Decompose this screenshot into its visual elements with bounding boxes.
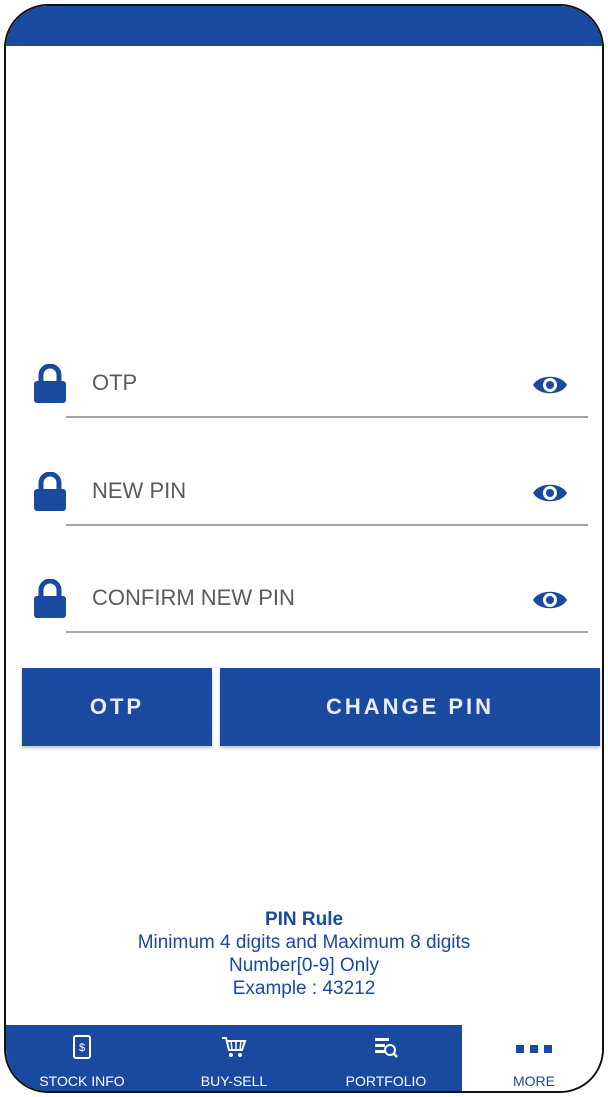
app-frame: OTP NEW PIN CONFIRM NEW PIN OTP CHANGE P… (4, 4, 604, 1093)
otp-button[interactable]: OTP (22, 668, 212, 746)
app-header (6, 6, 602, 46)
confirm-new-pin-field-placeholder: CONFIRM NEW PIN (92, 585, 295, 610)
more-dots-icon (516, 1045, 552, 1053)
tab-buy-sell[interactable]: BUY-SELL (158, 1025, 310, 1091)
otp-field-placeholder: OTP (92, 370, 138, 395)
bottom-tab-bar: $ STOCK INFO BUY-SELL PORTFOLIO MORE (6, 1025, 602, 1091)
tab-label: MORE (513, 1073, 555, 1089)
tab-label: STOCK INFO (39, 1073, 125, 1089)
field-underline (66, 416, 588, 418)
eye-icon[interactable] (532, 587, 568, 613)
tab-label: BUY-SELL (200, 1073, 268, 1089)
otp-field[interactable]: OTP (6, 346, 602, 426)
new-pin-field-placeholder: NEW PIN (92, 478, 187, 503)
confirm-new-pin-field[interactable]: CONFIRM NEW PIN (6, 561, 602, 641)
tab-more[interactable]: MORE (462, 1025, 602, 1091)
lock-icon (34, 364, 66, 403)
list-search-icon (375, 1038, 398, 1058)
eye-icon[interactable] (532, 372, 568, 398)
cart-icon (222, 1037, 247, 1057)
svg-text:$: $ (79, 1042, 85, 1054)
new-pin-field[interactable]: NEW PIN (6, 454, 602, 534)
pin-rule: PIN Rule Minimum 4 digits and Maximum 8 … (6, 908, 602, 1000)
tab-portfolio[interactable]: PORTFOLIO (310, 1025, 462, 1091)
field-underline (66, 631, 588, 633)
change-pin-button[interactable]: CHANGE PIN (220, 668, 600, 746)
phone-dollar-icon: $ (73, 1035, 91, 1059)
field-underline (66, 524, 588, 526)
pin-rule-line: Example : 43212 (232, 978, 376, 999)
pin-rule-line: Number[0-9] Only (229, 955, 379, 976)
pin-rule-title: PIN Rule (264, 909, 344, 930)
lock-icon (34, 579, 66, 618)
lock-icon (34, 472, 66, 511)
tab-label: PORTFOLIO (345, 1073, 427, 1089)
tab-stock-info[interactable]: $ STOCK INFO (6, 1025, 158, 1091)
pin-rule-line: Minimum 4 digits and Maximum 8 digits (137, 932, 471, 953)
eye-icon[interactable] (532, 480, 568, 506)
